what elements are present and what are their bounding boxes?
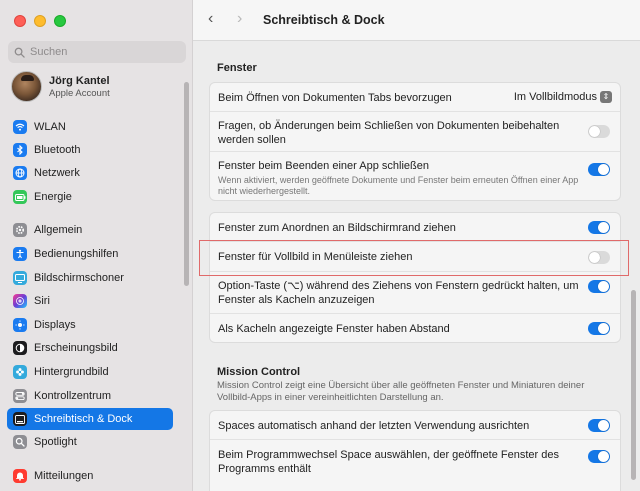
setting-label: Fragen, ob Änderungen beim Schließen von… bbox=[218, 120, 560, 146]
sidebar-item-label: Schreibtisch & Dock bbox=[34, 413, 133, 425]
settings-group-mission-control: Spaces automatisch anhand der letzten Ve… bbox=[209, 410, 621, 491]
programmwechsel-space-toggle[interactable] bbox=[588, 450, 610, 463]
sidebar-item-label: Bedienungshilfen bbox=[34, 248, 119, 260]
flower-icon bbox=[13, 365, 27, 379]
sidebar-item-label: Netzwerk bbox=[34, 167, 80, 179]
account-name: Jörg Kantel bbox=[49, 74, 110, 87]
section-description-mission-control: Mission Control zeigt eine Übersicht übe… bbox=[217, 380, 585, 403]
sidebar-item-bluetooth[interactable]: Bluetooth bbox=[7, 139, 173, 161]
setting-label: Fenster beim Beenden einer App schließen bbox=[218, 160, 429, 172]
sidebar-item-spotlight[interactable]: Spotlight bbox=[7, 431, 173, 453]
bluetooth-icon bbox=[13, 143, 27, 157]
sidebar-item-label: Allgemein bbox=[34, 224, 83, 236]
sidebar-item-label: Bildschirmschoner bbox=[34, 272, 124, 284]
sidebar-item-label: Siri bbox=[34, 295, 50, 307]
sidebar-item-label: Bluetooth bbox=[34, 144, 81, 156]
minimize-window-button[interactable] bbox=[34, 15, 46, 27]
settings-group-fenster-2: Fenster zum Anordnen an Bildschirmrand z… bbox=[209, 212, 621, 343]
setting-label: Spaces automatisch anhand der letzten Ve… bbox=[218, 420, 530, 432]
setting-row-option-taste: Option-Taste (⌥) während des Ziehens von… bbox=[210, 272, 620, 314]
sidebar: Suchen Jörg Kantel Apple Account WLAN Bl… bbox=[0, 0, 193, 491]
kacheln-abstand-toggle[interactable] bbox=[588, 322, 610, 335]
setting-label: Fenster zum Anordnen an Bildschirmrand z… bbox=[218, 222, 456, 234]
siri-icon bbox=[13, 294, 27, 308]
globe-icon bbox=[13, 166, 27, 180]
sidebar-scrollbar[interactable] bbox=[184, 82, 189, 286]
sidebar-item-label: WLAN bbox=[34, 121, 66, 133]
forward-button[interactable]: › bbox=[237, 10, 242, 28]
sidebar-item-hintergrundbild[interactable]: Hintergrundbild bbox=[7, 361, 173, 383]
sidebar-item-displays[interactable]: Displays bbox=[7, 314, 173, 336]
fenster-schliessen-toggle[interactable] bbox=[588, 163, 610, 176]
aenderungen-beibehalten-toggle[interactable] bbox=[588, 125, 610, 138]
section-title-mission-control: Mission Control bbox=[217, 366, 301, 378]
bell-icon bbox=[13, 469, 27, 483]
window-controls bbox=[14, 15, 66, 27]
setting-row-programmwechsel-space: Beim Programmwechsel Space auswählen, de… bbox=[210, 440, 620, 482]
sun-icon bbox=[13, 318, 27, 332]
sidebar-item-label: Hintergrundbild bbox=[34, 366, 109, 378]
setting-row-bildschirmrand: Fenster zum Anordnen an Bildschirmrand z… bbox=[210, 213, 620, 242]
setting-label: Beim Programmwechsel Space auswählen, de… bbox=[218, 449, 559, 475]
setting-row-spaces-ausrichten: Spaces automatisch anhand der letzten Ve… bbox=[210, 411, 620, 440]
sidebar-item-mitteilungen[interactable]: Mitteilungen bbox=[7, 465, 173, 487]
option-taste-toggle[interactable] bbox=[588, 280, 610, 293]
avatar bbox=[11, 71, 42, 102]
setting-row-tabs-bevorzugen: Beim Öffnen von Dokumenten Tabs bevorzug… bbox=[210, 83, 620, 112]
setting-row-kacheln-abstand: Als Kacheln angezeigte Fenster haben Abs… bbox=[210, 314, 620, 343]
select-value: Im Vollbildmodus bbox=[513, 91, 597, 103]
setting-description: Wenn aktiviert, werden geöffnete Dokumen… bbox=[218, 175, 579, 196]
magnifier-icon bbox=[13, 435, 27, 449]
setting-row-fenster-schliessen: Fenster beim Beenden einer App schließen… bbox=[210, 152, 620, 201]
search-icon bbox=[14, 47, 25, 58]
sidebar-item-bedienungshilfen[interactable]: Bedienungshilfen bbox=[7, 243, 173, 265]
chevron-up-down-icon: ⇕ bbox=[600, 91, 612, 103]
highlight-annotation-box bbox=[199, 240, 629, 276]
search-input[interactable]: Suchen bbox=[8, 41, 186, 63]
gear-icon bbox=[13, 223, 27, 237]
sidebar-item-label: Kontrollzentrum bbox=[34, 390, 112, 402]
page-title: Schreibtisch & Dock bbox=[263, 13, 385, 27]
settings-group-fenster-1: Beim Öffnen von Dokumenten Tabs bevorzug… bbox=[209, 82, 621, 201]
sidebar-item-kontrollzentrum[interactable]: Kontrollzentrum bbox=[7, 385, 173, 407]
sidebar-item-label: Displays bbox=[34, 319, 76, 331]
tabs-preference-select[interactable]: Im Vollbildmodus ⇕ bbox=[514, 91, 612, 103]
sidebar-item-label: Energie bbox=[34, 191, 72, 203]
account-subtitle: Apple Account bbox=[49, 87, 110, 99]
setting-row-aenderungen-beibehalten: Fragen, ob Änderungen beim Schließen von… bbox=[210, 112, 620, 152]
close-window-button[interactable] bbox=[14, 15, 26, 27]
toolbar: ‹ › Schreibtisch & Dock bbox=[193, 0, 640, 41]
bildschirmrand-toggle[interactable] bbox=[588, 221, 610, 234]
sidebar-item-wlan[interactable]: WLAN bbox=[7, 116, 173, 138]
sidebar-item-label: Spotlight bbox=[34, 436, 77, 448]
sidebar-item-energie[interactable]: Energie bbox=[7, 186, 173, 208]
sidebar-item-bildschirmschoner[interactable]: Bildschirmschoner bbox=[7, 267, 173, 289]
sidebar-item-netzwerk[interactable]: Netzwerk bbox=[7, 162, 173, 184]
sidebar-item-siri[interactable]: Siri bbox=[7, 290, 173, 312]
main-scrollbar[interactable] bbox=[631, 290, 636, 480]
appearance-icon bbox=[13, 341, 27, 355]
controlcenter-icon bbox=[13, 389, 27, 403]
spaces-ausrichten-toggle[interactable] bbox=[588, 419, 610, 432]
apple-account[interactable]: Jörg Kantel Apple Account bbox=[11, 71, 110, 102]
search-placeholder: Suchen bbox=[30, 46, 68, 58]
back-button[interactable]: ‹ bbox=[208, 10, 213, 28]
sidebar-item-label: Erscheinungsbild bbox=[34, 342, 118, 354]
wifi-icon bbox=[13, 120, 27, 134]
sidebar-item-schreibtisch-dock[interactable]: Schreibtisch & Dock bbox=[7, 408, 173, 430]
screensaver-icon bbox=[13, 271, 27, 285]
sidebar-item-label: Mitteilungen bbox=[34, 470, 94, 482]
sidebar-item-allgemein[interactable]: Allgemein bbox=[7, 219, 173, 241]
setting-label: Als Kacheln angezeigte Fenster haben Abs… bbox=[218, 323, 450, 335]
battery-icon bbox=[13, 190, 27, 204]
sidebar-item-erscheinungsbild[interactable]: Erscheinungsbild bbox=[7, 337, 173, 359]
section-title-fenster: Fenster bbox=[217, 62, 257, 74]
accessibility-icon bbox=[13, 247, 27, 261]
setting-label: Option-Taste (⌥) während des Ziehens von… bbox=[218, 280, 579, 306]
zoom-window-button[interactable] bbox=[54, 15, 66, 27]
dock-icon bbox=[13, 412, 27, 426]
